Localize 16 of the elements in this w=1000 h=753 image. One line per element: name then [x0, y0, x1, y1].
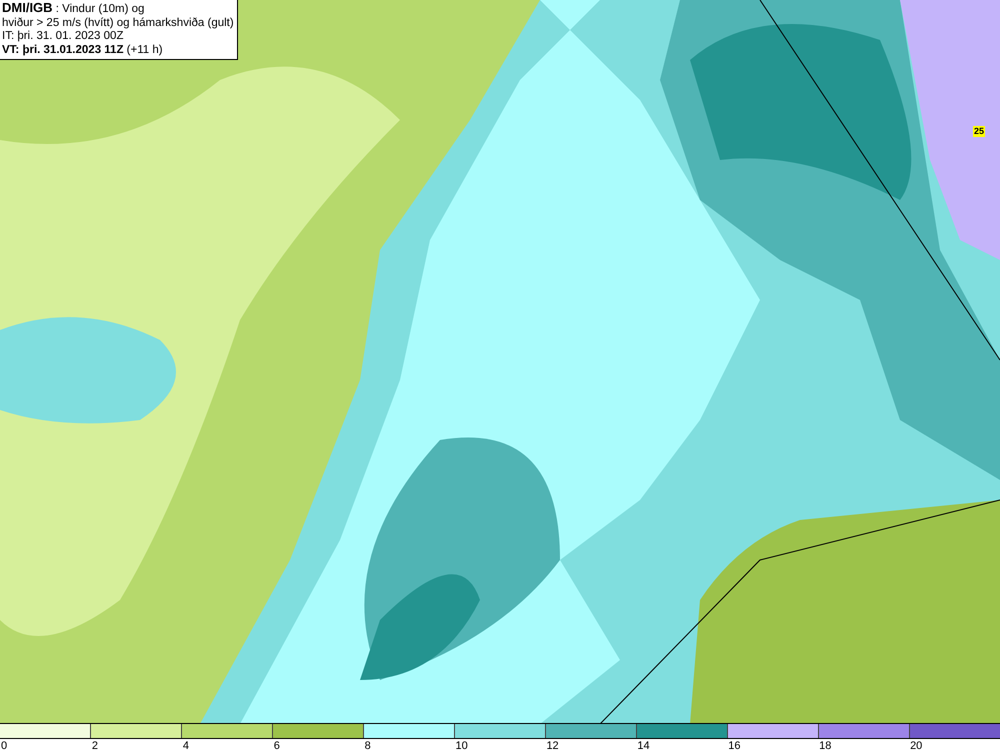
- tick-label: 16: [727, 740, 740, 752]
- tick-label: 12: [545, 740, 559, 752]
- tick-label: 6: [272, 740, 280, 752]
- legend-line: IT: þri. 31. 01. 2023 00Z: [2, 30, 124, 44]
- legend-line: VT: þri. 31.01.2023 11Z (+11 h): [2, 44, 164, 57]
- legend-line: hviður > 25 m/s (hvítt) og hámarkshviða (gult): [2, 16, 234, 30]
- tick-label: 2: [90, 740, 98, 752]
- tick-label: 4: [182, 740, 189, 752]
- tick-label: 8: [364, 740, 371, 752]
- tick-label: 14: [636, 740, 650, 752]
- tick-label: 18: [818, 740, 832, 752]
- legend-line: DMI/IGB : Vindur (10m) og: [2, 1, 146, 16]
- gust-label: 25: [973, 126, 986, 137]
- tick-label: 20: [909, 740, 922, 752]
- tick-label: 0: [0, 740, 8, 752]
- tick-label: 10: [454, 740, 468, 752]
